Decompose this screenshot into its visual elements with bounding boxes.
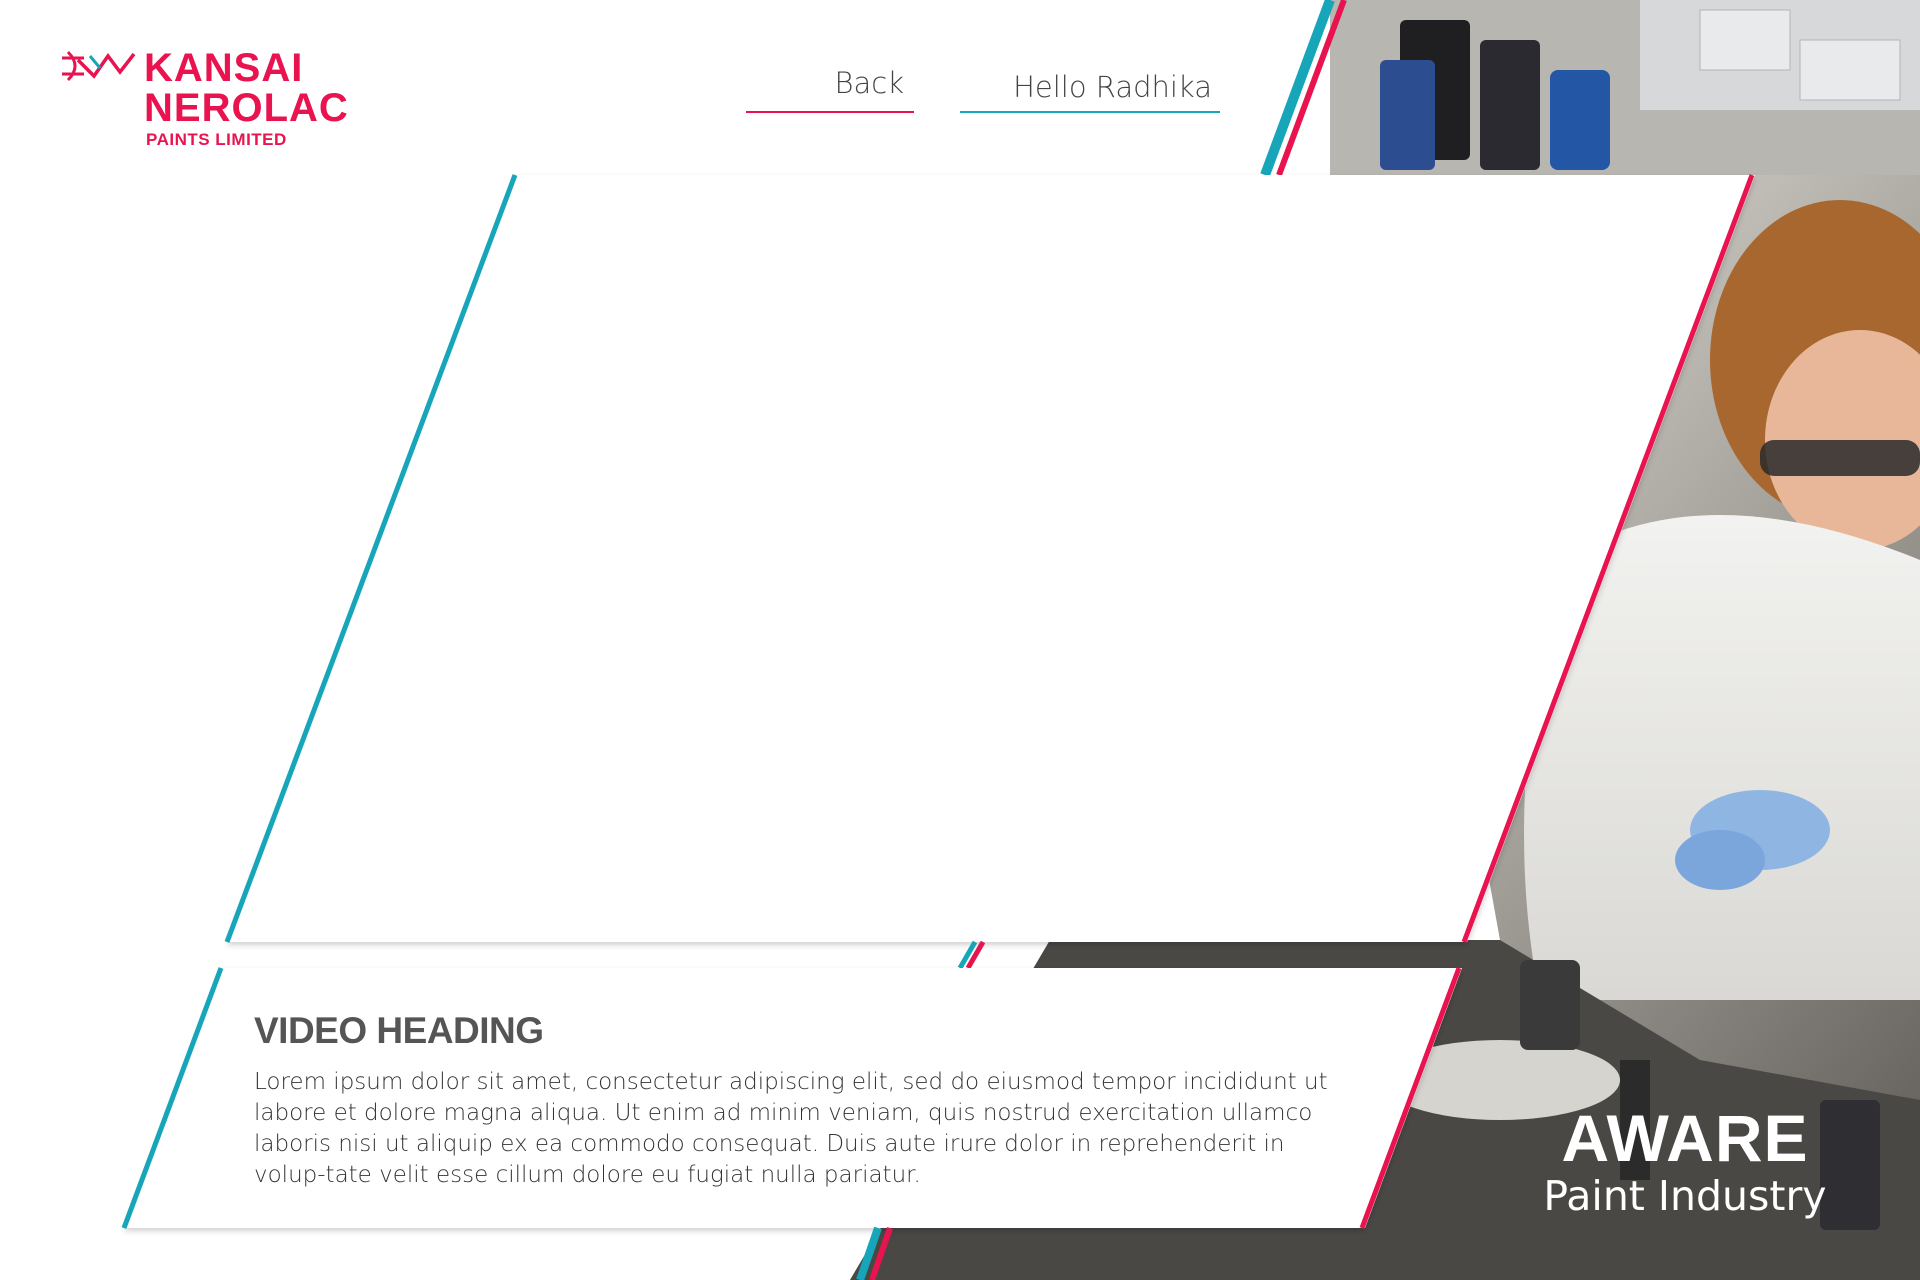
brand-logo: KANSAI NEROLAC PAINTS LIMITED [60, 48, 360, 158]
back-underline [746, 111, 914, 113]
section-subtitle: Paint Industry [1543, 1172, 1827, 1220]
user-greeting[interactable]: Hello Radhika [960, 70, 1220, 104]
video-heading: VIDEO HEADING [254, 1010, 544, 1051]
back-link[interactable]: Back [746, 66, 914, 100]
greeting-underline [960, 111, 1220, 113]
brand-tagline: PAINTS LIMITED [146, 130, 287, 149]
section-title: AWARE [1561, 1101, 1809, 1175]
brand-swoosh-icon [62, 50, 136, 82]
video-player[interactable] [420, 200, 1570, 900]
brand-name-line2: NEROLAC [144, 86, 349, 130]
brand-name-line1: KANSAI [144, 46, 304, 90]
video-description: Lorem ipsum dolor sit amet, consectetur … [254, 1069, 1328, 1188]
